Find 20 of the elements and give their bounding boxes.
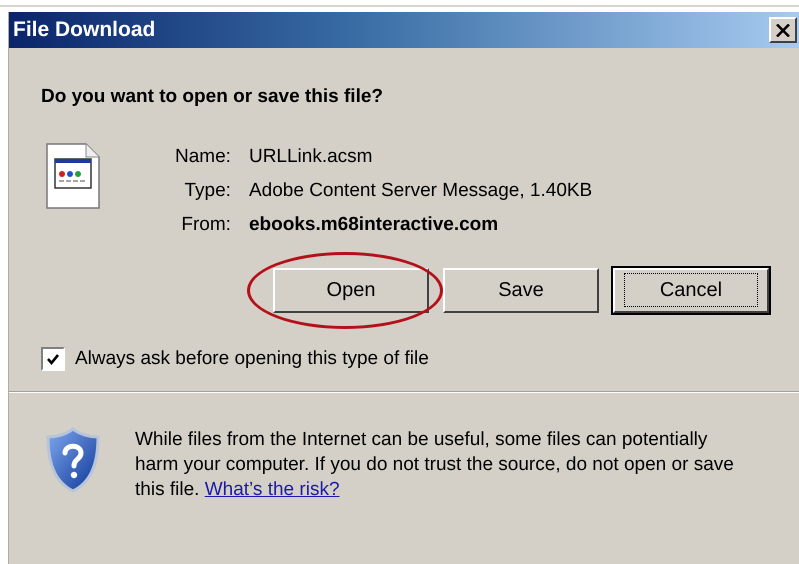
- shield-question-icon: [45, 427, 101, 493]
- close-button[interactable]: [769, 17, 797, 43]
- window-title: File Download: [13, 18, 156, 42]
- field-value: URLLink.acsm: [248, 146, 374, 168]
- dialog-button[interactable]: Open: [273, 268, 429, 313]
- checkbox-label[interactable]: Always ask before opening this type of file: [75, 348, 429, 370]
- field-label: Name:: [175, 146, 231, 168]
- warning-text: While files from the Internet can be useful, some files can potentially harm your computer. If you do not trust the source, do not open or save this file. What’s the risk?: [135, 428, 735, 502]
- close-icon: [776, 24, 790, 36]
- file-icon: [46, 143, 100, 209]
- dialog-heading: Do you want to open or save this file?: [41, 85, 384, 109]
- dialog-button[interactable]: Cancel: [613, 268, 769, 313]
- field-value: Adobe Content Server Message, 1.40KB: [248, 180, 592, 202]
- field-label: From:: [180, 214, 231, 236]
- checkbox[interactable]: [41, 347, 65, 371]
- dialog-button[interactable]: Save: [443, 268, 599, 313]
- checkmark-icon: [46, 352, 60, 366]
- field-label: Type:: [183, 180, 231, 202]
- risk-link[interactable]: What’s the risk?: [204, 479, 340, 500]
- field-value: ebooks.m68interactive.com: [248, 214, 500, 236]
